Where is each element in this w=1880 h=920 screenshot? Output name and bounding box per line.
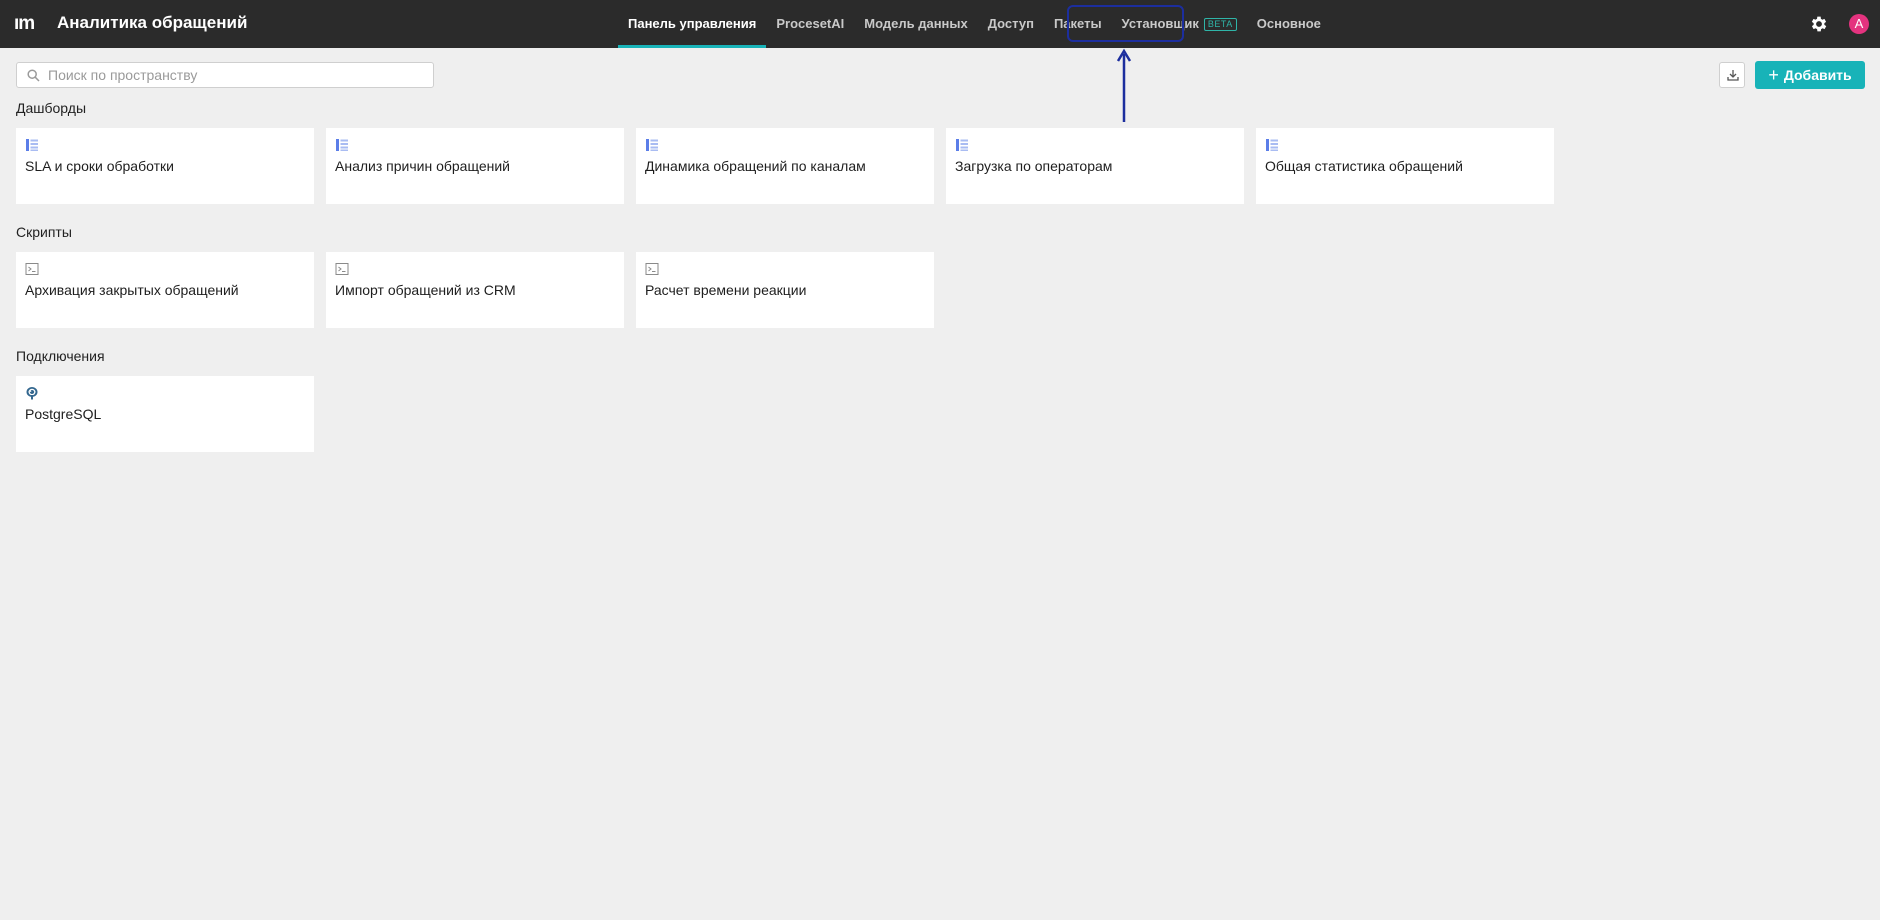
annotation-arrow-icon	[1116, 48, 1132, 122]
dashboard-card[interactable]: SLA и сроки обработки	[16, 128, 314, 204]
card-label: Общая статистика обращений	[1265, 158, 1463, 174]
download-button[interactable]	[1719, 62, 1745, 88]
script-card[interactable]: Архивация закрытых обращений	[16, 252, 314, 328]
script-icon	[25, 263, 39, 275]
search-icon	[27, 69, 40, 82]
script-icon	[645, 263, 659, 275]
section-title-connections: Подключения	[16, 348, 105, 364]
dashboard-icon	[1266, 139, 1278, 151]
download-icon	[1727, 70, 1739, 81]
script-icon	[335, 263, 349, 275]
tab-dashboard[interactable]: Панель управления	[618, 0, 767, 48]
tab-procesetai[interactable]: ProcesetAI	[766, 0, 854, 48]
search-box	[16, 62, 434, 88]
dashboard-card[interactable]: Загрузка по операторам	[946, 128, 1244, 204]
dashboard-icon	[26, 139, 38, 151]
app-logo[interactable]: ım	[14, 13, 35, 35]
plus-icon: +	[1768, 65, 1779, 85]
main-nav: Панель управления ProcesetAI Модель данн…	[618, 0, 1331, 48]
beta-badge: BETA	[1203, 17, 1237, 31]
tab-data-model[interactable]: Модель данных	[854, 0, 977, 48]
card-label: Загрузка по операторам	[955, 158, 1113, 174]
card-label: Импорт обращений из CRM	[335, 282, 516, 298]
dashboard-card[interactable]: Анализ причин обращений	[326, 128, 624, 204]
script-card[interactable]: Импорт обращений из CRM	[326, 252, 624, 328]
dashboard-card[interactable]: Динамика обращений по каналам	[636, 128, 934, 204]
tab-access[interactable]: Доступ	[978, 0, 1044, 48]
gear-icon[interactable]	[1809, 14, 1829, 34]
card-label: Динамика обращений по каналам	[645, 158, 866, 174]
card-label: Архивация закрытых обращений	[25, 282, 239, 298]
section-title-dashboards: Дашборды	[16, 100, 86, 116]
dashboard-card[interactable]: Общая статистика обращений	[1256, 128, 1554, 204]
card-label: PostgreSQL	[25, 406, 102, 422]
section-title-scripts: Скрипты	[16, 224, 72, 240]
dashboard-icon	[956, 139, 968, 151]
dashboard-icon	[336, 139, 348, 151]
card-label: SLA и сроки обработки	[25, 158, 174, 174]
dashboard-icon	[646, 139, 658, 151]
card-label: Расчет времени реакции	[645, 282, 807, 298]
top-bar: ım Аналитика обращений Панель управления…	[0, 0, 1880, 48]
postgresql-icon	[26, 387, 38, 400]
page-title: Аналитика обращений	[57, 13, 248, 32]
connection-card[interactable]: PostgreSQL	[16, 376, 314, 452]
installer-tab-highlight	[1067, 5, 1184, 42]
avatar[interactable]: A	[1849, 14, 1869, 34]
card-label: Анализ причин обращений	[335, 158, 510, 174]
tab-general[interactable]: Основное	[1247, 0, 1331, 48]
script-card[interactable]: Расчет времени реакции	[636, 252, 934, 328]
add-button[interactable]: + Добавить	[1755, 61, 1865, 89]
search-input[interactable]	[48, 63, 428, 87]
